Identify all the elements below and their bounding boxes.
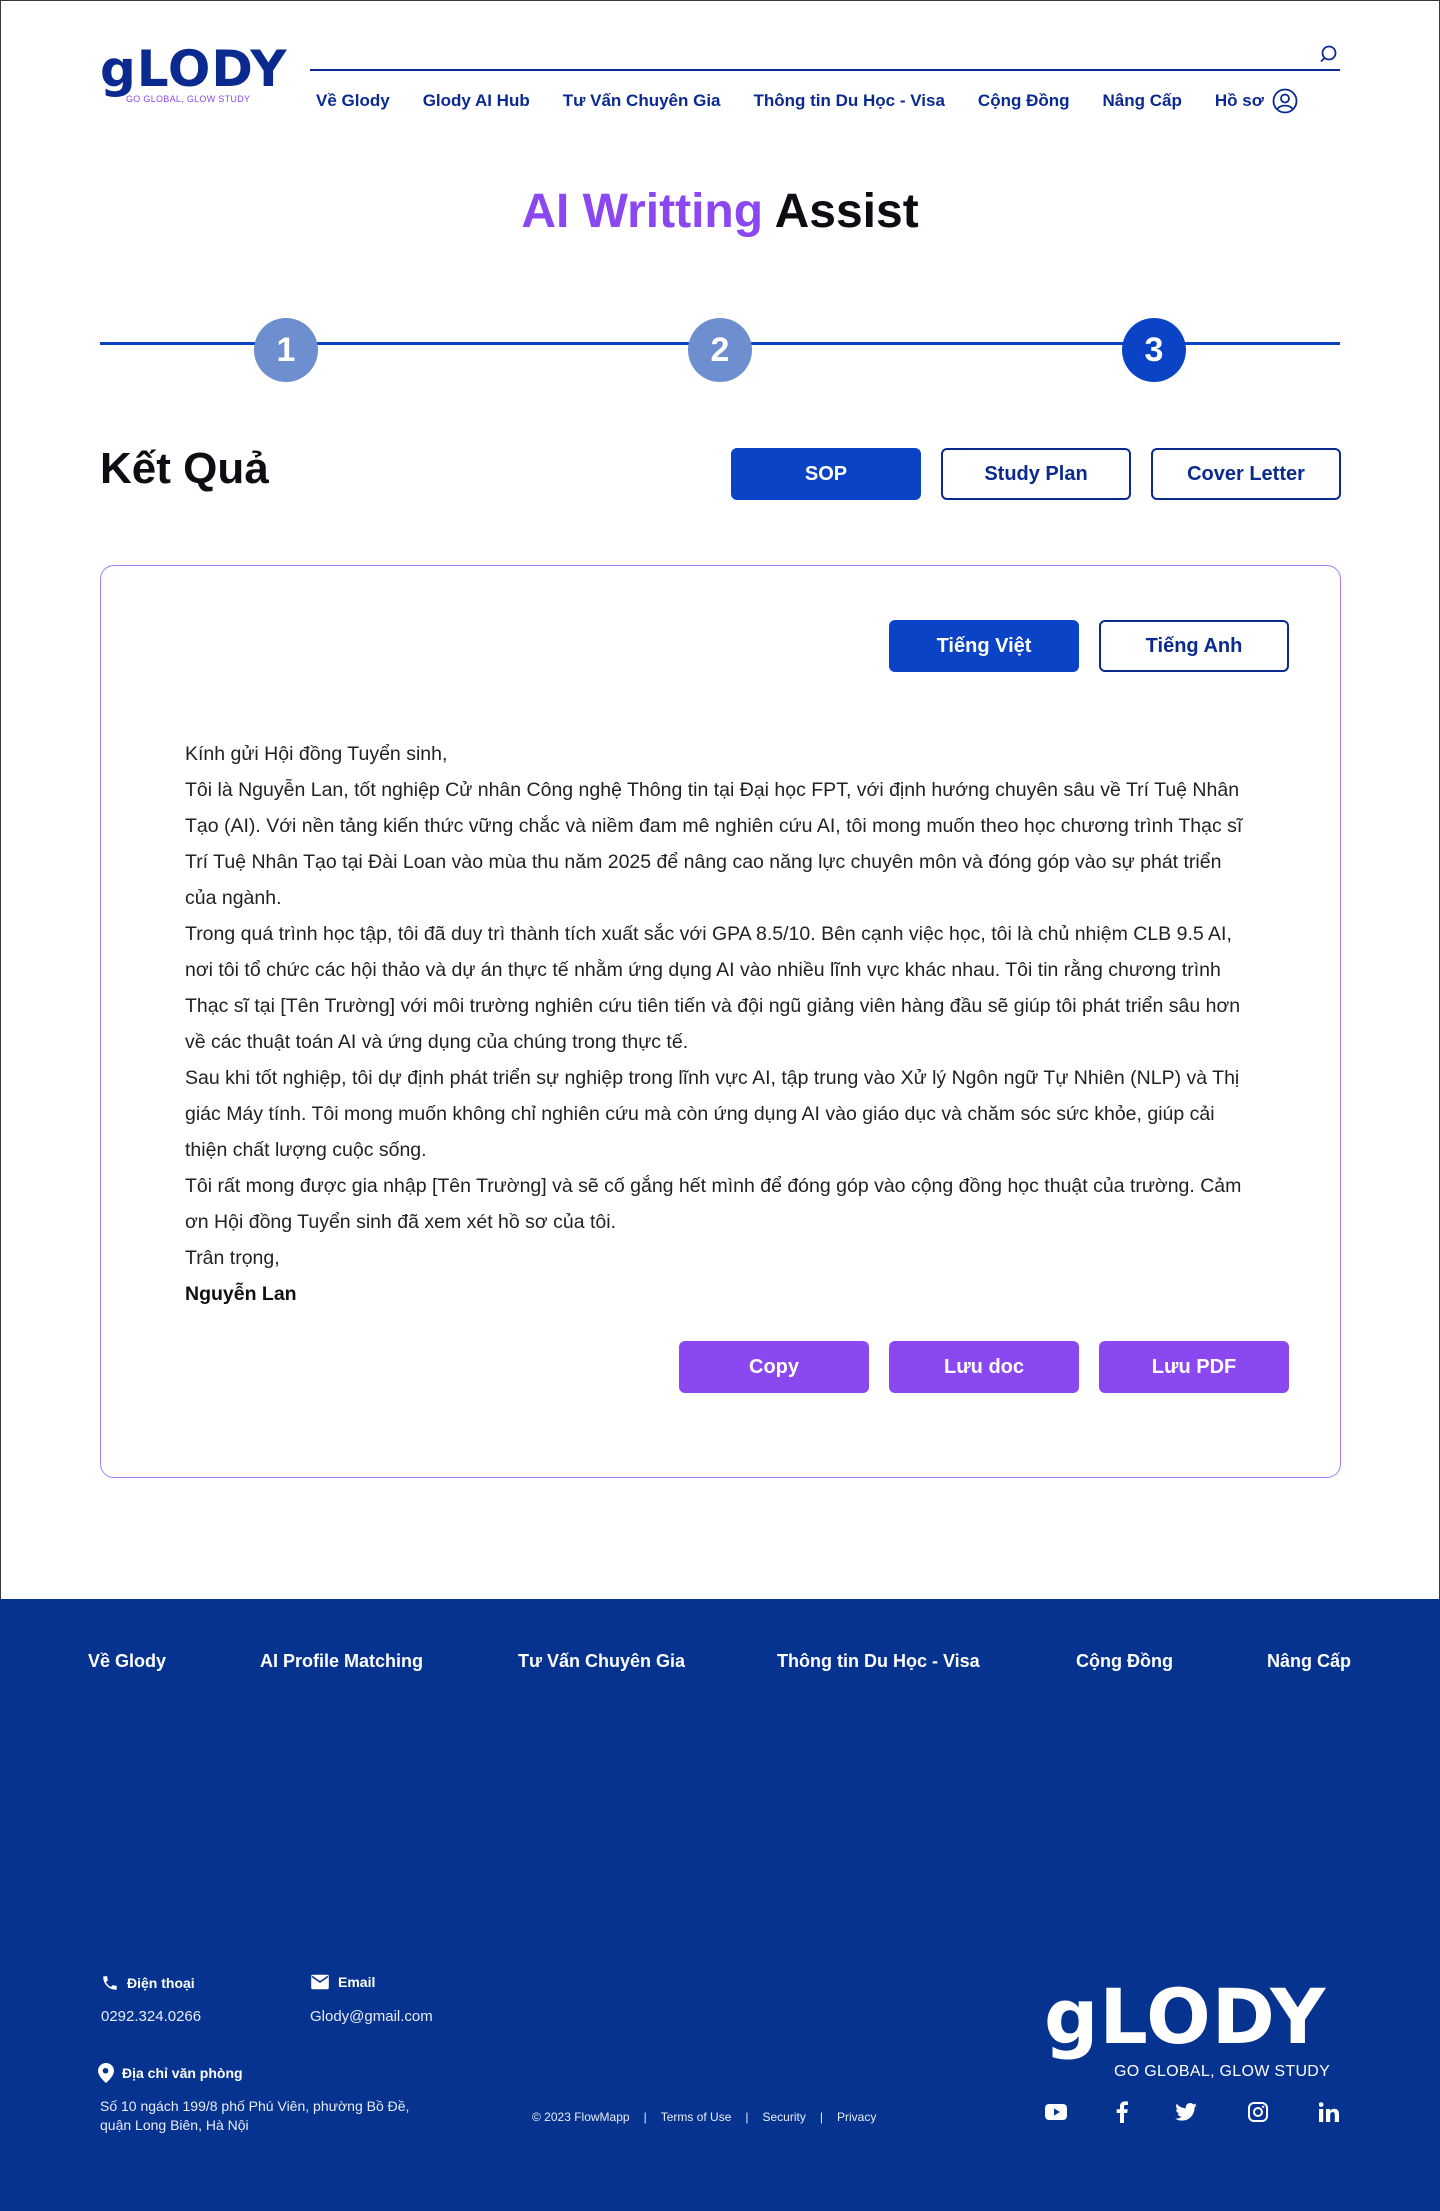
nav-ho-so[interactable]: Hồ sơ: [1215, 91, 1264, 111]
tab-cover-letter[interactable]: Cover Letter: [1151, 448, 1341, 500]
instagram-icon[interactable]: [1245, 2099, 1271, 2125]
footer-nav-ai-profile[interactable]: AI Profile Matching: [260, 1651, 423, 1672]
glody-logo[interactable]: gLODY GO GLOBAL, GLOW STUDY: [100, 44, 290, 110]
logo-text: gLODY: [100, 40, 288, 98]
tab-study-plan[interactable]: Study Plan: [941, 448, 1131, 500]
nav-ai-hub[interactable]: Glody AI Hub: [423, 91, 530, 111]
footer-logo[interactable]: gLODY GO GLOBAL, GLOW STUDY: [1044, 1979, 1344, 2089]
phone-number[interactable]: 0292.324.0266: [101, 2008, 201, 2025]
user-profile-icon[interactable]: [1272, 88, 1298, 114]
step-1[interactable]: 1: [254, 318, 318, 382]
phone-label-text: Điện thoại: [127, 1975, 195, 1991]
legal-separator: |: [643, 2110, 647, 2124]
facebook-icon[interactable]: [1109, 2099, 1135, 2125]
lang-tieng-anh[interactable]: Tiếng Anh: [1099, 620, 1289, 672]
step-3[interactable]: 3: [1122, 318, 1186, 382]
legal-separator: |: [745, 2110, 749, 2124]
header-divider: [310, 69, 1340, 71]
progress-stepper: 1 2 3: [100, 318, 1340, 386]
main-nav: Về Glody Glody AI Hub Tư Vấn Chuyên Gia …: [316, 88, 1298, 114]
footer-nav-cong-dong[interactable]: Cộng Đồng: [1076, 1651, 1173, 1672]
generated-letter: Kính gửi Hội đồng Tuyển sinh, Tôi là Ngu…: [185, 736, 1255, 1312]
security-link[interactable]: Security: [763, 2110, 806, 2124]
youtube-icon[interactable]: [1043, 2099, 1069, 2125]
save-doc-button[interactable]: Lưu doc: [889, 1341, 1079, 1393]
copy-button[interactable]: Copy: [679, 1341, 869, 1393]
email-label-text: Email: [338, 1974, 376, 1990]
result-card: Tiếng Việt Tiếng Anh Kính gửi Hội đồng T…: [100, 565, 1341, 1478]
legal-separator: |: [819, 2110, 823, 2124]
title-rest: Assist: [774, 185, 919, 238]
linkedin-icon[interactable]: [1316, 2099, 1342, 2125]
footer-nav-du-hoc-visa[interactable]: Thông tin Du Học - Visa: [777, 1651, 980, 1672]
nav-ve-glody[interactable]: Về Glody: [316, 91, 390, 111]
letter-signature: Nguyễn Lan: [185, 1283, 297, 1305]
legal-links: © 2023 FlowMapp | Terms of Use | Securit…: [532, 2110, 876, 2124]
letter-paragraph: Tôi rất mong được gia nhập [Tên Trường] …: [185, 1175, 1242, 1233]
footer-nav-nang-cap[interactable]: Nâng Cấp: [1267, 1651, 1351, 1672]
nav-nang-cap[interactable]: Nâng Cấp: [1103, 91, 1182, 111]
save-pdf-button[interactable]: Lưu PDF: [1099, 1341, 1289, 1393]
email-icon: [311, 1974, 329, 1990]
tab-sop[interactable]: SOP: [731, 448, 921, 500]
title-accent: AI Writting: [521, 185, 764, 238]
footer-logo-tagline: GO GLOBAL, GLOW STUDY: [1114, 2063, 1331, 2080]
office-address: Số 10 ngách 199/8 phố Phú Viên, phường B…: [100, 2098, 410, 2133]
footer-nav-tu-van[interactable]: Tư Vấn Chuyên Gia: [518, 1651, 685, 1672]
location-pin-icon: [98, 2063, 114, 2083]
phone-label: Điện thoại: [101, 1974, 195, 1992]
lang-tieng-viet[interactable]: Tiếng Việt: [889, 620, 1079, 672]
twitter-icon[interactable]: [1173, 2099, 1199, 2125]
result-heading: Kết Quả: [100, 444, 269, 493]
search-icon[interactable]: [1320, 44, 1340, 64]
nav-cong-dong[interactable]: Cộng Đồng: [978, 91, 1070, 111]
privacy-link[interactable]: Privacy: [837, 2110, 876, 2124]
address-label-text: Địa chỉ văn phòng: [122, 2065, 243, 2081]
letter-greeting: Kính gửi Hội đồng Tuyển sinh,: [185, 743, 448, 765]
copyright-text: © 2023 FlowMapp: [532, 2110, 630, 2124]
nav-du-hoc-visa[interactable]: Thông tin Du Học - Visa: [754, 91, 945, 111]
address-label: Địa chỉ văn phòng: [98, 2063, 243, 2083]
step-2[interactable]: 2: [688, 318, 752, 382]
letter-paragraph: Trong quá trình học tập, tôi đã duy trì …: [185, 923, 1241, 1053]
terms-link[interactable]: Terms of Use: [661, 2110, 732, 2124]
nav-tu-van[interactable]: Tư Vấn Chuyên Gia: [563, 91, 721, 111]
page-title: AI Writting Assist: [0, 184, 1440, 239]
letter-paragraph: Sau khi tốt nghiệp, tôi dự định phát tri…: [185, 1067, 1240, 1161]
email-address[interactable]: Glody@gmail.com: [310, 2008, 433, 2025]
footer-logo-text: gLODY: [1044, 1972, 1327, 2061]
logo-tagline: GO GLOBAL, GLOW STUDY: [126, 94, 251, 104]
letter-closing: Trân trọng,: [185, 1247, 280, 1269]
letter-paragraph: Tôi là Nguyễn Lan, tốt nghiệp Cử nhân Cô…: [185, 779, 1243, 909]
footer-nav-ve-glody[interactable]: Về Glody: [88, 1651, 166, 1672]
footer: Về Glody AI Profile Matching Tư Vấn Chuy…: [0, 1599, 1440, 2211]
email-label: Email: [310, 1974, 375, 1990]
phone-icon: [103, 1976, 117, 1990]
